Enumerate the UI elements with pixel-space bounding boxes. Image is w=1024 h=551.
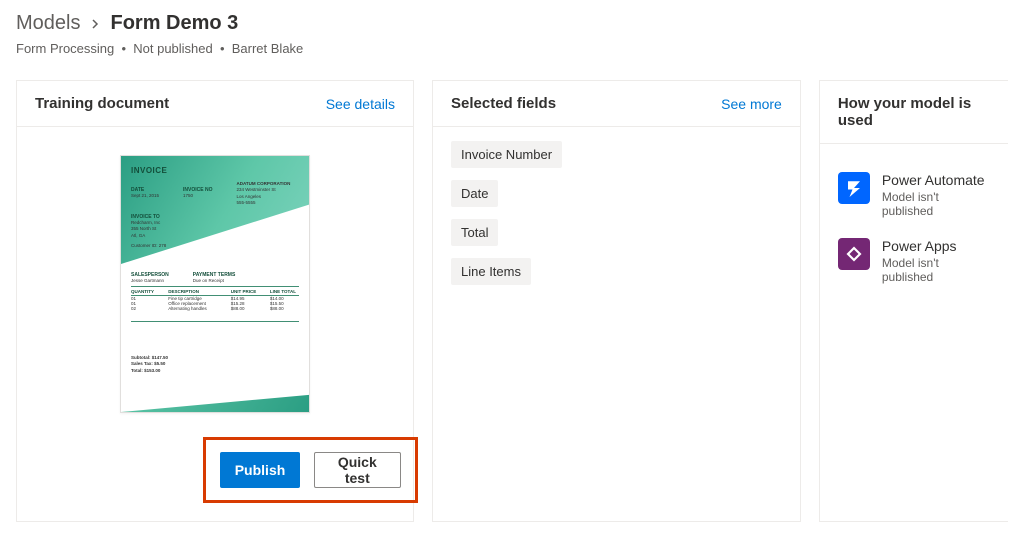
- page-title: Form Demo 3: [110, 12, 238, 35]
- field-chip[interactable]: Invoice Number: [451, 141, 562, 168]
- usage-status: Model isn't published: [882, 256, 990, 284]
- invoice-heading: INVOICE: [131, 166, 299, 175]
- breadcrumb: Models Form Demo 3: [16, 12, 1008, 35]
- selected-fields-card: Selected fields See more Invoice Number …: [432, 80, 801, 522]
- model-usage-card: How your model is used Power Automate Mo…: [819, 80, 1008, 522]
- chevron-right-icon: [90, 16, 100, 32]
- field-chip[interactable]: Line Items: [451, 258, 531, 285]
- see-details-link[interactable]: See details: [326, 96, 395, 112]
- usage-item-power-automate[interactable]: Power Automate Model isn't published: [838, 162, 990, 228]
- field-chip[interactable]: Date: [451, 180, 498, 207]
- model-meta: Form Processing • Not published • Barret…: [16, 41, 1008, 56]
- quick-test-button[interactable]: Quick test: [314, 452, 401, 488]
- training-document-card: Training document See details INVOICE DA…: [16, 80, 414, 522]
- fields-title: Selected fields: [451, 95, 556, 112]
- model-owner: Barret Blake: [232, 41, 304, 56]
- model-status: Not published: [133, 41, 213, 56]
- training-title: Training document: [35, 95, 169, 112]
- see-more-link[interactable]: See more: [721, 96, 782, 112]
- usage-status: Model isn't published: [882, 190, 990, 218]
- document-preview[interactable]: INVOICE DATE Sept 21, 2015 INVOICE NO 17…: [120, 155, 310, 413]
- action-highlight-box: Publish Quick test: [203, 437, 418, 503]
- power-apps-icon: [838, 238, 870, 270]
- breadcrumb-parent[interactable]: Models: [16, 12, 80, 35]
- power-automate-icon: [838, 172, 870, 204]
- usage-title: How your model is used: [838, 95, 990, 129]
- field-chip[interactable]: Total: [451, 219, 498, 246]
- publish-button[interactable]: Publish: [220, 452, 300, 488]
- usage-item-power-apps[interactable]: Power Apps Model isn't published: [838, 228, 990, 294]
- model-type: Form Processing: [16, 41, 114, 56]
- usage-name: Power Automate: [882, 172, 990, 188]
- usage-name: Power Apps: [882, 238, 990, 254]
